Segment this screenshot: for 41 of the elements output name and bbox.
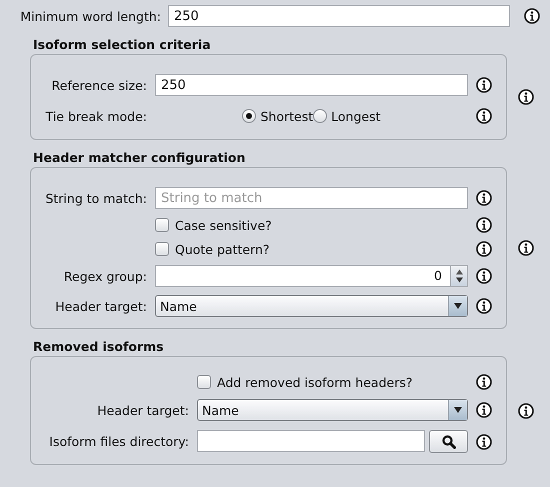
info-icon[interactable] [476,434,492,450]
caret-down-icon [454,303,462,309]
info-icon[interactable] [476,77,492,93]
radio-option[interactable]: Longest [313,108,380,124]
field-label: Minimum word length: [19,8,161,24]
section-title: Removed isoforms [32,338,165,356]
input-field[interactable]: 250 [155,74,468,96]
search-icon [442,434,456,448]
field-label: Regex group: [62,268,147,284]
field-label: String to match: [44,190,147,206]
checkbox[interactable]: Quote pattern? [155,242,270,256]
info-icon[interactable] [476,298,492,314]
info-icon[interactable] [476,374,492,390]
checkbox[interactable]: Case sensitive? [155,218,272,232]
dropdown[interactable]: Name [197,399,468,421]
checkbox[interactable]: Add removed isoform headers? [197,374,412,390]
info-icon[interactable] [518,402,534,418]
field-label: Header target: [96,402,189,418]
field-label: Reference size: [50,78,147,92]
info-icon[interactable] [476,402,492,418]
dropdown[interactable]: Name [155,295,468,317]
field-label: Isoform files directory: [48,434,189,449]
number-spinner[interactable]: 0 [155,265,468,287]
info-icon[interactable] [476,268,492,284]
info-icon[interactable] [524,8,540,24]
info-icon[interactable] [476,241,492,257]
input-field[interactable]: String to match [155,187,468,209]
caret-down-icon [454,407,462,413]
section-title: Header matcher configuration [32,149,246,167]
radio-option[interactable]: Shortest [242,108,314,124]
input-field[interactable]: 250 [168,5,510,27]
info-icon[interactable] [476,217,492,233]
section-title: Isoform selection criteria [32,36,212,54]
info-icon[interactable] [476,190,492,206]
info-icon[interactable] [518,240,534,256]
info-icon[interactable] [476,108,492,124]
info-icon[interactable] [518,89,534,105]
field-label: Header target: [54,298,147,314]
input-field[interactable] [197,430,425,452]
search-button[interactable] [429,430,468,453]
field-label: Tie break mode: [44,108,147,124]
